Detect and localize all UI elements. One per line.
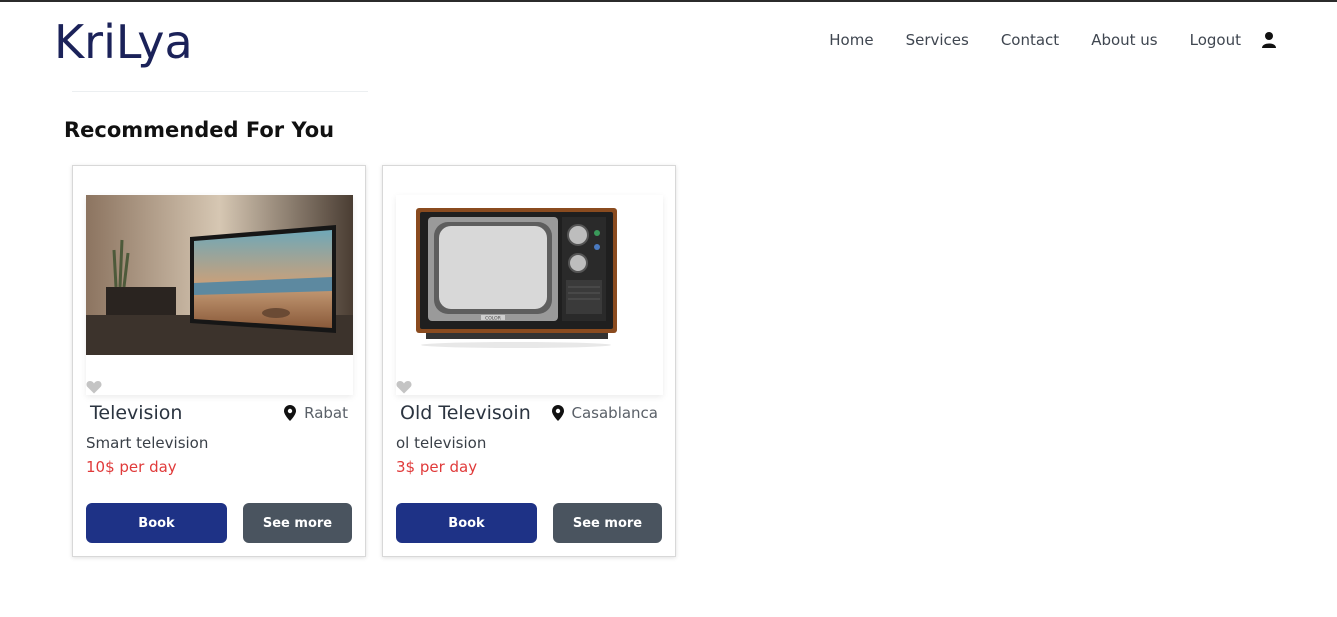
logo[interactable]: KriLya: [54, 12, 214, 76]
nav-home[interactable]: Home: [829, 31, 873, 49]
nav-logout[interactable]: Logout: [1190, 31, 1241, 49]
nav-about-us[interactable]: About us: [1091, 31, 1157, 49]
old-tv-brand: COLOR: [485, 316, 501, 322]
smart-tv-image: [86, 195, 353, 395]
product-card: Television Rabat Smart television 10$ pe…: [72, 165, 366, 557]
nav-contact[interactable]: Contact: [1001, 31, 1059, 49]
main-nav: Home Services Contact About us Logout: [829, 28, 1277, 52]
product-description: Smart television: [86, 434, 209, 452]
old-tv-image: COLOR: [416, 208, 617, 348]
product-image[interactable]: COLOR: [396, 195, 663, 395]
location-text: Casablanca: [571, 404, 659, 422]
location-pin-icon: [551, 405, 564, 421]
book-button[interactable]: Book: [86, 503, 227, 543]
product-image[interactable]: [86, 195, 353, 395]
product-title[interactable]: Television: [90, 402, 182, 424]
product-card: COLOR Old Televisoin Casablanca ol telev…: [382, 165, 676, 557]
header-divider: [72, 91, 368, 92]
product-description: ol television: [396, 434, 487, 452]
see-more-button[interactable]: See more: [243, 503, 352, 543]
heart-icon[interactable]: [396, 379, 412, 394]
location-pin-icon: [284, 405, 297, 421]
product-location: Casablanca: [551, 404, 659, 422]
see-more-button[interactable]: See more: [553, 503, 662, 543]
section-title: Recommended For You: [64, 118, 335, 142]
heart-icon[interactable]: [86, 379, 102, 394]
product-price: 3$ per day: [396, 458, 478, 476]
logo-text: KriLya: [54, 15, 193, 69]
product-price: 10$ per day: [86, 458, 177, 476]
top-border: [0, 0, 1337, 2]
product-title[interactable]: Old Televisoin: [400, 402, 531, 424]
nav-services[interactable]: Services: [906, 31, 969, 49]
product-location: Rabat: [284, 404, 348, 422]
logo-wordmark: KriLya: [54, 15, 193, 69]
book-button[interactable]: Book: [396, 503, 537, 543]
user-icon[interactable]: [1261, 31, 1277, 49]
location-text: Rabat: [304, 404, 348, 422]
